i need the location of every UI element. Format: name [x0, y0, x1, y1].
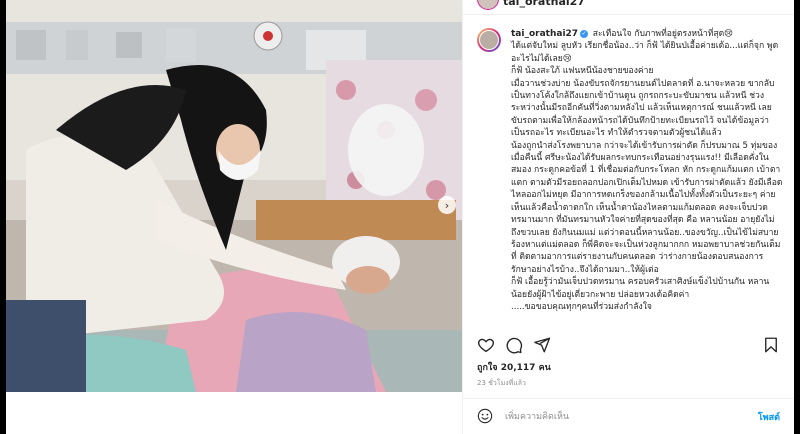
- likes-count[interactable]: ถูกใจ 20,117 คน: [477, 360, 551, 374]
- bookmark-icon[interactable]: [762, 336, 780, 354]
- share-icon[interactable]: [533, 336, 551, 354]
- comment-icon[interactable]: [505, 336, 523, 354]
- header-username[interactable]: tai_orathai27: [503, 0, 585, 8]
- caption-body: สะเทือนใจ กับภาพที่อยู่ตรงหน้าที่สุด😢 ได…: [511, 29, 783, 312]
- post-timestamp[interactable]: 23 ชั่วโมงที่แล้ว: [477, 378, 526, 389]
- post-dialog: › tai_orathai27 tai_orathai27 ✓ สะเทือนใจ…: [6, 0, 794, 434]
- caption-area: tai_orathai27 ✓ สะเทือนใจ กับภาพที่อยู่ตร…: [463, 24, 794, 332]
- carousel-next-button[interactable]: ›: [438, 196, 456, 214]
- action-bar: [463, 334, 794, 358]
- verified-icon: ✓: [580, 29, 589, 38]
- avatar[interactable]: [477, 0, 499, 10]
- comment-input[interactable]: [503, 407, 727, 427]
- heart-icon[interactable]: [477, 336, 495, 354]
- post-comment-button[interactable]: โพสต์: [758, 410, 780, 424]
- emoji-icon[interactable]: [477, 408, 493, 424]
- post-side-panel: tai_orathai27 tai_orathai27 ✓ สะเทือนใจ ก…: [462, 0, 794, 434]
- caption-username[interactable]: tai_orathai27: [511, 29, 578, 39]
- chevron-right-icon: ›: [444, 198, 450, 212]
- comment-bar: โพสต์: [463, 398, 794, 434]
- post-photo: ›: [6, 0, 462, 392]
- hospital-photo-illustration: [6, 0, 462, 392]
- caption-text-block: tai_orathai27 ✓ สะเทือนใจ กับภาพที่อยู่ตร…: [511, 28, 783, 313]
- post-header: tai_orathai27: [463, 0, 794, 15]
- caption-avatar[interactable]: [477, 28, 501, 52]
